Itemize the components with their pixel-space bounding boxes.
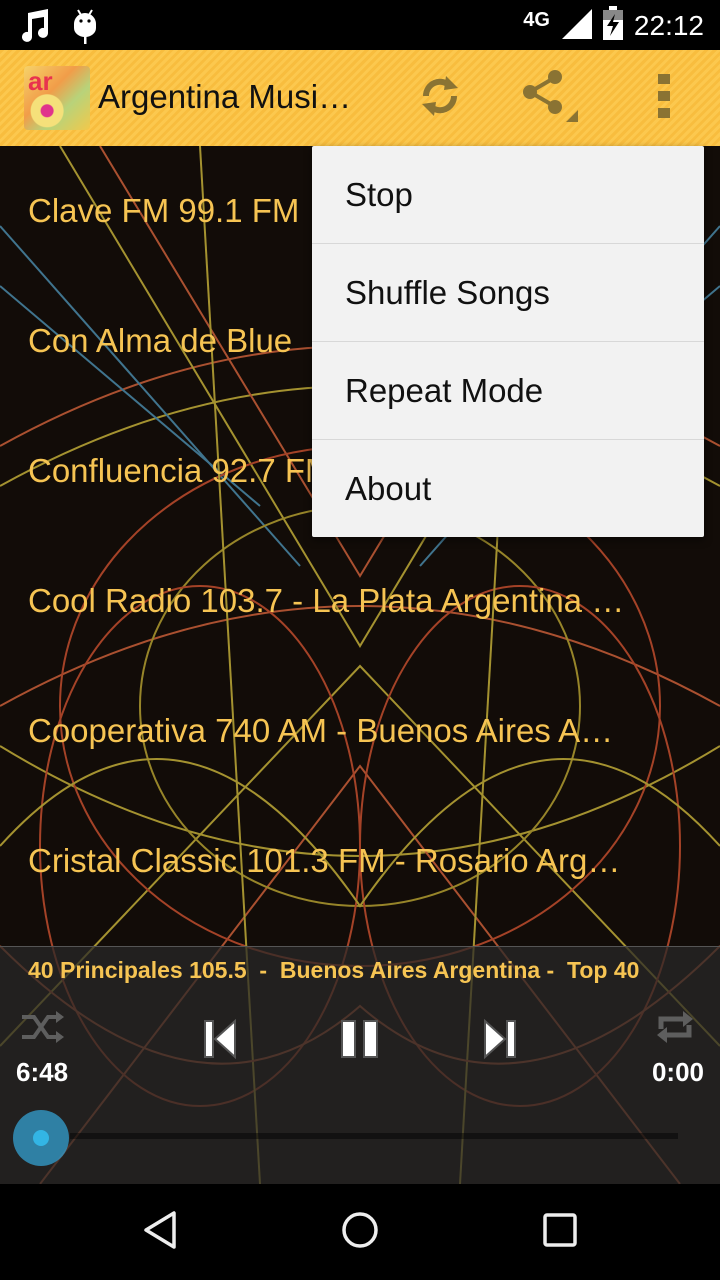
station-list-item[interactable]: Cooperativa 740 AM - Buenos Aires A… xyxy=(0,666,668,796)
overflow-menu-button[interactable] xyxy=(638,72,690,124)
seek-bar-track[interactable] xyxy=(70,1133,678,1139)
total-duration: 0:00 xyxy=(651,1057,704,1087)
skip-next-icon xyxy=(483,1018,517,1064)
share-button[interactable] xyxy=(522,69,578,124)
music-note-icon xyxy=(20,9,52,48)
refresh-icon xyxy=(416,72,464,125)
next-button[interactable] xyxy=(478,1017,522,1065)
menu-item-stop[interactable]: Stop xyxy=(312,146,704,244)
shuffle-button[interactable] xyxy=(18,1009,68,1049)
back-icon xyxy=(142,1210,178,1255)
recents-button[interactable] xyxy=(530,1208,590,1256)
app-logo-text: ar xyxy=(28,66,53,96)
menu-item-shuffle-songs[interactable]: Shuffle Songs xyxy=(312,244,704,342)
overflow-menu-icon xyxy=(656,73,672,123)
network-type: 4G xyxy=(523,9,550,31)
home-button[interactable] xyxy=(330,1208,390,1256)
skip-previous-icon xyxy=(203,1018,237,1064)
station-list-item[interactable]: Cristal Classic 101.3 FM - Rosario Arg… xyxy=(0,796,668,926)
android-debug-icon xyxy=(72,8,98,49)
app-title: Argentina Musi… xyxy=(98,78,352,115)
repeat-icon xyxy=(655,1009,695,1050)
app-logo: ar xyxy=(24,66,90,130)
menu-item-repeat-mode[interactable]: Repeat Mode xyxy=(312,342,704,440)
menu-item-about[interactable]: About xyxy=(312,440,704,537)
back-button[interactable] xyxy=(130,1208,190,1256)
navigation-bar xyxy=(0,1184,720,1280)
signal-icon xyxy=(560,7,592,44)
pause-button[interactable] xyxy=(336,1017,384,1065)
now-playing-title: 40 Principales 105.5 - Buenos Aires Arge… xyxy=(28,957,640,983)
station-list-item[interactable]: Cool Radio 103.7 - La Plata Argentina … xyxy=(0,536,668,666)
app-bar: ar Argentina Musi… xyxy=(0,50,720,146)
elapsed-time: 6:48 xyxy=(16,1057,69,1087)
clock: 22:12 xyxy=(633,9,704,41)
battery-charging-icon xyxy=(602,6,624,45)
refresh-button[interactable] xyxy=(414,72,466,124)
status-bar: 4G 22:12 xyxy=(0,0,720,50)
overflow-menu: Stop Shuffle Songs Repeat Mode About xyxy=(312,146,704,537)
repeat-button[interactable] xyxy=(652,1009,698,1049)
player-panel: 40 Principales 105.5 - Buenos Aires Arge… xyxy=(0,946,720,1185)
seek-bar-thumb[interactable] xyxy=(13,1110,69,1166)
recents-icon xyxy=(542,1212,578,1253)
previous-button[interactable] xyxy=(198,1017,242,1065)
shuffle-icon xyxy=(20,1009,66,1050)
pause-icon xyxy=(340,1019,380,1064)
home-icon xyxy=(340,1210,380,1255)
share-icon xyxy=(518,66,578,131)
